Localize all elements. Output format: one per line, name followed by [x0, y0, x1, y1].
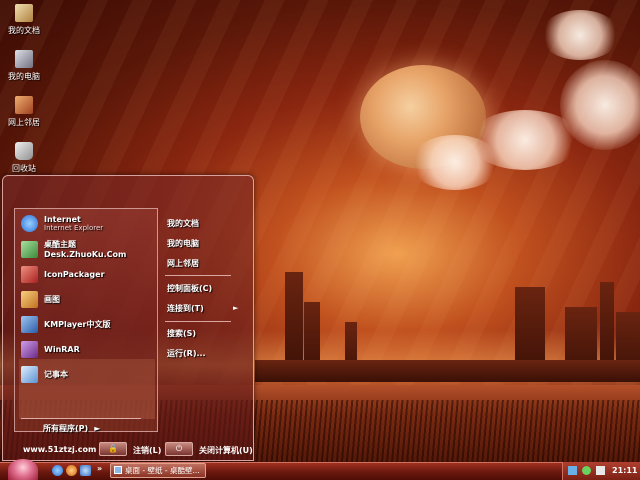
start-menu-pinned-pane: Internet Internet Explorer 桌酷主题Desk.Zhuo…: [14, 208, 158, 432]
desktop-icon-label: 网上邻居: [8, 118, 40, 127]
website-label: www.51ztzj.com: [23, 445, 97, 454]
desktop-icon-network[interactable]: 网上邻居: [4, 96, 44, 128]
pinned-notepad[interactable]: 记事本: [21, 363, 68, 385]
computer-icon: [15, 50, 33, 68]
pinned-item-title: IconPackager: [44, 269, 105, 279]
taskbar-window-button[interactable]: 桌面 - 壁纸 - 桌酷壁...: [110, 463, 206, 478]
desktop-icon[interactable]: [80, 465, 91, 476]
start-menu-footer: www.51ztzj.com 🔒 注销(L) ⏻ 关闭计算机(U): [3, 440, 253, 460]
pinned-zhuoku-theme[interactable]: 桌酷主题Desk.ZhuoKu.Com: [21, 238, 157, 260]
wallpaper-building: [255, 360, 640, 382]
pinned-item-title: WinRAR: [44, 344, 80, 354]
lock-icon: 🔒: [108, 444, 118, 453]
desktop-icon-my-documents[interactable]: 我的文档: [4, 4, 44, 36]
desktop-icon-recycle-bin[interactable]: 回收站: [4, 142, 44, 174]
kmplayer-icon: [21, 315, 38, 333]
pinned-paint[interactable]: 画图: [21, 288, 60, 310]
media-player-icon[interactable]: [66, 465, 77, 476]
all-programs-button[interactable]: 所有程序(P) ►: [43, 423, 100, 434]
iconpackager-icon: [21, 265, 38, 283]
pinned-kmplayer[interactable]: KMPlayer中文版: [21, 313, 111, 335]
pinned-internet-text: Internet Internet Explorer: [44, 215, 103, 232]
right-item-search[interactable]: 搜索(S): [167, 328, 196, 339]
start-button[interactable]: [8, 459, 38, 480]
right-item-connect-to[interactable]: 连接到(T): [167, 303, 204, 314]
right-item-run[interactable]: 运行(R)...: [167, 348, 206, 359]
pinned-item-subtitle: Internet Explorer: [44, 223, 104, 232]
right-column-separator: [165, 275, 231, 276]
volume-tray-icon[interactable]: [596, 466, 605, 475]
desktop-icon-label: 我的文档: [8, 26, 40, 35]
submenu-arrow-icon: ►: [233, 304, 239, 312]
documents-folder-icon: [15, 4, 33, 22]
all-programs-separator: [21, 418, 141, 419]
internet-explorer-icon: [21, 214, 38, 232]
window-icon: [114, 466, 122, 474]
shutdown-label[interactable]: 关闭计算机(U): [199, 445, 253, 456]
pinned-item-title: KMPlayer中文版: [44, 319, 111, 329]
start-menu: Internet Internet Explorer 桌酷主题Desk.Zhuo…: [2, 175, 254, 461]
taskbar: [0, 462, 640, 480]
wallpaper-cloud: [410, 135, 500, 190]
right-item-my-computer[interactable]: 我的电脑: [167, 238, 199, 249]
logoff-button[interactable]: 🔒: [99, 442, 127, 456]
taskbar-window-label: 桌面 - 壁纸 - 桌酷壁...: [125, 466, 200, 475]
paint-icon: [21, 290, 38, 308]
pinned-internet[interactable]: Internet Internet Explorer: [21, 212, 103, 234]
winrar-icon: [21, 340, 38, 358]
shutdown-button[interactable]: ⏻: [165, 442, 193, 456]
all-programs-label: 所有程序(P): [43, 424, 89, 433]
right-column-separator: [165, 321, 231, 322]
power-icon: ⏻: [175, 444, 183, 453]
taskbar-clock[interactable]: 21:11: [612, 466, 637, 475]
right-item-my-documents[interactable]: 我的文档: [167, 218, 199, 229]
network-tray-icon[interactable]: [568, 466, 577, 475]
right-item-control-panel[interactable]: 控制面板(C): [167, 283, 212, 294]
network-icon: [15, 96, 33, 114]
pinned-item-title: 桌酷主题Desk.ZhuoKu.Com: [44, 240, 127, 259]
right-item-network[interactable]: 网上邻居: [167, 258, 199, 269]
quick-launch-chevron-icon[interactable]: »: [97, 464, 102, 473]
internet-explorer-icon[interactable]: [52, 465, 63, 476]
desktop-icon-label: 我的电脑: [8, 72, 40, 81]
recycle-bin-icon: [15, 142, 33, 160]
theme-icon: [21, 240, 38, 258]
pinned-item-title: Internet: [44, 214, 81, 224]
pinned-winrar[interactable]: WinRAR: [21, 338, 80, 360]
desktop-icon-label: 回收站: [12, 164, 36, 173]
notepad-icon: [21, 365, 38, 383]
pinned-item-title: 画图: [44, 294, 60, 304]
pinned-item-title: 记事本: [44, 369, 68, 379]
chevron-right-icon: ►: [94, 424, 101, 433]
wallpaper-cloud: [540, 10, 620, 60]
pinned-iconpackager[interactable]: IconPackager: [21, 263, 105, 285]
messenger-tray-icon[interactable]: [582, 466, 591, 475]
logoff-label[interactable]: 注销(L): [133, 445, 161, 456]
desktop-icon-my-computer[interactable]: 我的电脑: [4, 50, 44, 82]
